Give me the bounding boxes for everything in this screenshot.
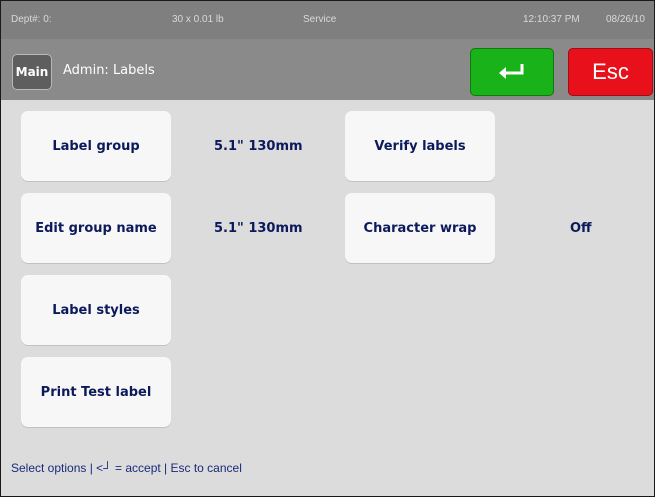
page-title: Admin: Labels xyxy=(63,63,155,78)
screen: Dept#: 0: 30 x 0.01 lb Service 12:10:37 … xyxy=(0,0,655,497)
mode-status: Service xyxy=(303,14,337,25)
edit-group-name-button[interactable]: Edit group name xyxy=(21,193,171,263)
label-styles-button[interactable]: Label styles xyxy=(21,275,171,345)
date-status: 08/26/10 xyxy=(606,14,645,25)
return-arrow-icon xyxy=(499,64,524,79)
character-wrap-value: Off xyxy=(570,221,592,236)
main-button[interactable]: Main xyxy=(12,54,52,90)
print-test-label-button[interactable]: Print Test label xyxy=(21,357,171,427)
status-bar: Dept#: 0: 30 x 0.01 lb Service 12:10:37 … xyxy=(1,1,654,39)
character-wrap-button[interactable]: Character wrap xyxy=(345,193,495,263)
dept-status: Dept#: 0: xyxy=(11,14,52,25)
esc-button-label: Esc xyxy=(592,59,629,84)
label-group-label: Label group xyxy=(52,138,140,154)
verify-labels-label: Verify labels xyxy=(374,138,466,154)
label-styles-label: Label styles xyxy=(52,302,140,318)
label-group-button[interactable]: Label group xyxy=(21,111,171,181)
scale-status: 30 x 0.01 lb xyxy=(172,14,224,25)
enter-button[interactable] xyxy=(470,48,554,96)
esc-button[interactable]: Esc xyxy=(568,48,653,96)
character-wrap-label: Character wrap xyxy=(363,220,477,236)
edit-group-name-value: 5.1" 130mm xyxy=(214,221,303,236)
footer-hint: Select options | <┘ = accept | Esc to ca… xyxy=(11,461,242,475)
title-bar: Main Admin: Labels Esc xyxy=(1,39,654,100)
print-test-label-label: Print Test label xyxy=(40,384,152,400)
label-group-value: 5.1" 130mm xyxy=(214,139,303,154)
edit-group-name-label: Edit group name xyxy=(35,220,157,236)
verify-labels-button[interactable]: Verify labels xyxy=(345,111,495,181)
time-status: 12:10:37 PM xyxy=(523,14,580,25)
main-button-label: Main xyxy=(15,65,49,79)
